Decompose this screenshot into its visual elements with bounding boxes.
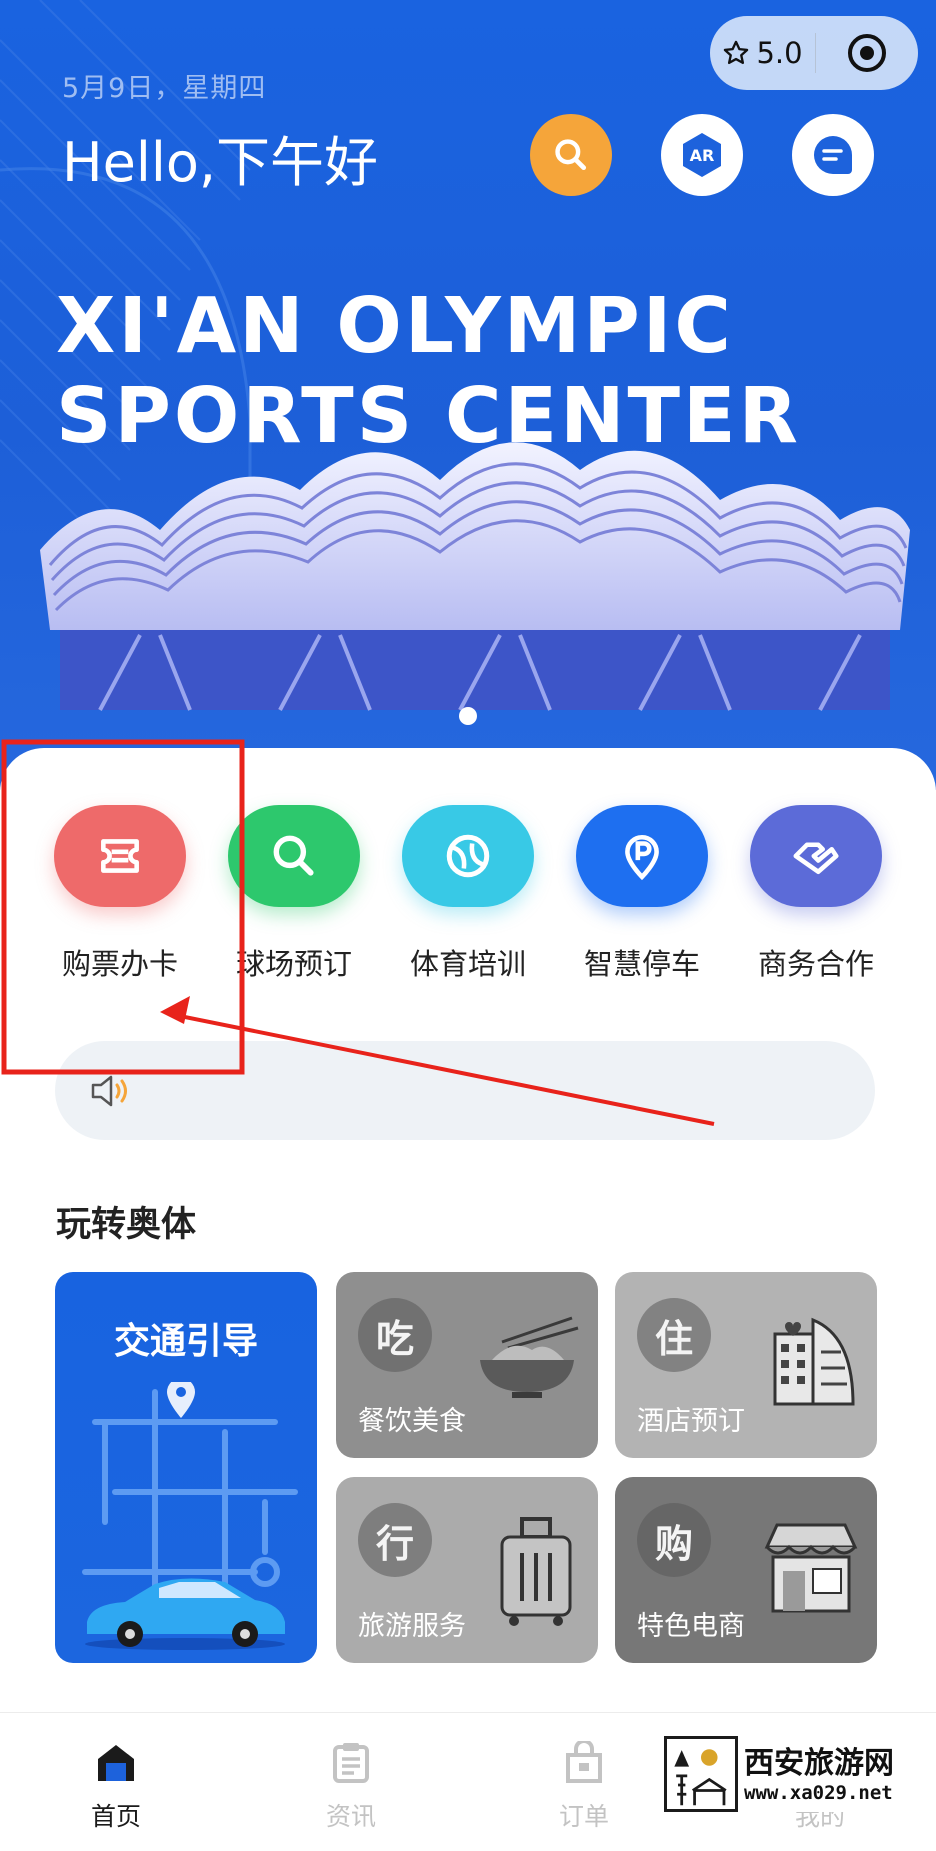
tab-label: 资讯: [325, 1802, 376, 1831]
ar-icon: AR: [683, 133, 721, 177]
handshake-icon: [750, 805, 882, 907]
hotel-label: 酒店预订: [637, 1406, 745, 1437]
quick-action-label: 购票办卡: [61, 947, 178, 981]
hotel-badge: 住: [637, 1298, 711, 1372]
notice-bar[interactable]: [55, 1041, 875, 1140]
search-button[interactable]: [530, 114, 612, 196]
storefront-icon: [764, 1523, 858, 1613]
traffic-guide-tile[interactable]: 交通引导: [55, 1272, 317, 1663]
carousel-indicator[interactable]: [459, 707, 477, 725]
hotel-building-icon: [773, 1317, 855, 1406]
quick-action-tickets[interactable]: 购票办卡: [35, 805, 205, 983]
quick-action-business[interactable]: 商务合作: [731, 805, 901, 983]
tab-orders[interactable]: 订单: [524, 1739, 644, 1833]
search-icon: [228, 805, 360, 907]
current-date: 5月9日，星期四: [62, 73, 267, 104]
ticket-icon: [54, 805, 186, 907]
quick-action-label: 智慧停车: [583, 947, 700, 981]
ar-label: AR: [690, 146, 715, 165]
shop-label: 特色电商: [637, 1611, 745, 1642]
rating-button[interactable]: 5.0: [710, 36, 815, 70]
noodle-bowl-icon: [480, 1316, 579, 1398]
quick-action-label: 体育培训: [409, 947, 526, 981]
site-watermark: 西安旅游网 www.xa029.net: [664, 1736, 928, 1812]
mini-program-capsule: 5.0: [710, 16, 918, 90]
hero-banner[interactable]: 5月9日，星期四 Hello,下午好 XI'AN OLYMPIC SPORTS …: [0, 0, 936, 790]
star-icon: [724, 40, 749, 65]
luggage-icon: [500, 1517, 572, 1626]
order-bag-icon: [566, 1739, 602, 1783]
car-icon: [85, 1578, 285, 1650]
dining-tile[interactable]: 吃 餐饮美食: [336, 1272, 598, 1458]
banner-title: XI'AN OLYMPIC SPORTS CENTER: [56, 282, 836, 462]
pagoda-logo-icon: [664, 1736, 738, 1812]
rating-value: 5.0: [756, 36, 803, 70]
banner-title-line-1: XI'AN OLYMPIC: [56, 282, 734, 371]
watermark-url: www.xa029.net: [744, 1782, 893, 1804]
close-mini-program-button[interactable]: [816, 31, 918, 75]
ar-button[interactable]: AR: [661, 114, 743, 196]
message-button[interactable]: [792, 114, 874, 196]
traffic-guide-title: 交通引导: [113, 1321, 258, 1362]
dining-label: 餐饮美食: [358, 1406, 466, 1437]
tab-news[interactable]: 资讯: [291, 1741, 411, 1833]
travel-service-tile[interactable]: 行 旅游服务: [336, 1477, 598, 1663]
quick-action-label: 商务合作: [757, 947, 874, 981]
target-icon: [848, 34, 886, 72]
shop-badge: 购: [637, 1503, 711, 1577]
quick-action-court-booking[interactable]: 球场预订: [209, 805, 379, 983]
travel-badge: 行: [358, 1503, 432, 1577]
tab-label: 首页: [90, 1802, 141, 1831]
ball-icon: [402, 805, 534, 907]
quick-action-training[interactable]: 体育培训: [383, 805, 553, 983]
section-title: 玩转奥体: [56, 1205, 197, 1245]
travel-label: 旅游服务: [358, 1611, 466, 1642]
quick-action-label: 球场预订: [235, 947, 352, 981]
home-icon: [98, 1745, 134, 1781]
news-icon: [333, 1743, 369, 1783]
map-route-icon: [82, 1382, 298, 1650]
greeting-text: Hello,下午好: [62, 131, 379, 194]
quick-action-parking[interactable]: 智慧停车: [557, 805, 727, 983]
search-icon: [555, 139, 587, 171]
specialty-shop-tile[interactable]: 购 特色电商: [615, 1477, 877, 1663]
watermark-title: 西安旅游网: [744, 1746, 894, 1781]
speaker-icon: [91, 1075, 127, 1106]
parking-icon: [576, 805, 708, 907]
dining-badge: 吃: [358, 1298, 432, 1372]
tab-label: 订单: [558, 1802, 609, 1831]
hotel-tile[interactable]: 住 酒店预订: [615, 1272, 877, 1458]
tab-home[interactable]: 首页: [56, 1741, 176, 1833]
message-icon: [813, 136, 852, 174]
